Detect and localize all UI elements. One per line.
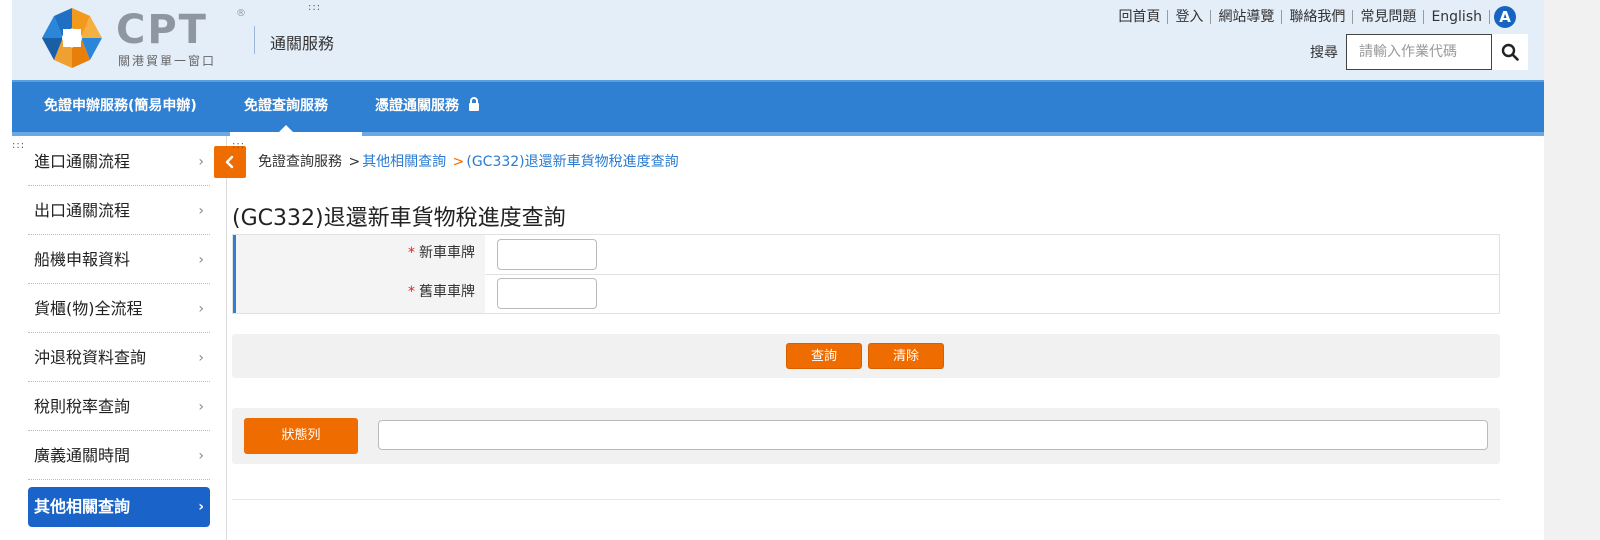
sidebar-item-drawback-query[interactable]: 沖退稅資料查詢 › — [28, 334, 210, 382]
nav-certificate-service[interactable]: 憑證通關服務 — [375, 82, 480, 132]
left-gutter — [0, 0, 12, 540]
sidebar-item-label: 出口通關流程 — [34, 201, 131, 220]
link-home[interactable]: 回首頁 — [1111, 10, 1169, 24]
content-drag-dots-icon: ::: — [232, 140, 246, 151]
sidebar-item-clearance-time[interactable]: 廣義通關時間 › — [28, 432, 210, 480]
breadcrumb-root[interactable]: 免證查詢服務 — [258, 154, 342, 170]
search-bar: 搜尋 — [1310, 34, 1528, 70]
sidebar-item-export-flow[interactable]: 出口通關流程 › — [28, 187, 210, 235]
nav-simple-application[interactable]: 免證申辦服務(簡易申辦) — [44, 82, 197, 132]
action-bar: 查詢 清除 — [232, 334, 1500, 378]
field-label: 新車車牌 — [419, 245, 475, 261]
sidebar: 進口通關流程 › 出口通關流程 › 船機申報資料 › 貨櫃(物)全流程 › 沖退… — [12, 136, 227, 540]
link-sitemap[interactable]: 網站導覽 — [1211, 10, 1283, 24]
chevron-right-icon: › — [198, 350, 204, 366]
lock-icon — [468, 97, 479, 111]
logo-subtitle: 關港貿單一窗口 — [118, 54, 217, 68]
logo-wordmark: CPT — [116, 7, 208, 53]
sidebar-item-label: 進口通關流程 — [34, 152, 131, 171]
sidebar-item-label: 船機申報資料 — [34, 250, 131, 269]
new-plate-input[interactable] — [497, 239, 597, 270]
chevron-left-icon — [225, 155, 234, 169]
content-divider — [232, 499, 1500, 500]
link-faq[interactable]: 常見問題 — [1353, 10, 1425, 24]
nav-certificate-label: 憑證通關服務 — [375, 98, 459, 114]
logo-mark-icon — [42, 8, 102, 68]
sidebar-item-tariff-query[interactable]: 稅則稅率查詢 › — [28, 383, 210, 431]
breadcrumb-other-queries[interactable]: 其他相關查詢 — [362, 154, 446, 170]
required-mark: * — [408, 284, 415, 300]
site-header: CPT ® 關港貿單一窗口 通關服務 ::: 回首頁 登入 網站導覽 聯絡我們 … — [12, 0, 1544, 80]
sidebar-item-label: 貨櫃(物)全流程 — [34, 299, 143, 318]
breadcrumb: 免證查詢服務 > 其他相關查詢 > (GC332)退還新車貨物稅進度查詢 — [258, 151, 679, 171]
old-plate-input[interactable] — [497, 278, 597, 309]
nav-free-query[interactable]: 免證查詢服務 — [244, 82, 328, 132]
status-button[interactable]: 狀態列 — [244, 418, 358, 454]
required-mark: * — [408, 245, 415, 261]
breadcrumb-sep: > — [348, 154, 361, 170]
chevron-right-icon: › — [198, 399, 204, 415]
form-row-old-plate: * 舊車車牌 — [233, 274, 1499, 313]
sidebar-item-container-flow[interactable]: 貨櫃(物)全流程 › — [28, 285, 210, 333]
main-nav: 免證申辦服務(簡易申辦) 免證查詢服務 憑證通關服務 — [12, 80, 1544, 132]
query-form: * 新車車牌 * 舊車車牌 — [232, 234, 1500, 314]
chevron-right-icon: › — [198, 499, 204, 515]
sidebar-item-label: 廣義通關時間 — [34, 446, 131, 465]
search-label: 搜尋 — [1310, 45, 1338, 61]
link-contact[interactable]: 聯絡我們 — [1282, 10, 1354, 24]
sidebar-item-other-queries[interactable]: 其他相關查詢 › — [28, 487, 210, 527]
sidebar-item-label: 其他相關查詢 — [34, 497, 131, 516]
search-input[interactable] — [1346, 34, 1492, 70]
chevron-right-icon: › — [198, 301, 204, 317]
chevron-right-icon: › — [198, 448, 204, 464]
link-login[interactable]: 登入 — [1168, 10, 1212, 24]
chevron-right-icon: › — [198, 203, 204, 219]
sidebar-item-label: 沖退稅資料查詢 — [34, 348, 147, 367]
header-divider — [254, 26, 255, 54]
accessibility-icon[interactable]: A — [1494, 6, 1516, 28]
breadcrumb-sep: > — [452, 154, 465, 170]
sidebar-item-vessel-data[interactable]: 船機申報資料 › — [28, 236, 210, 284]
service-title: 通關服務 — [270, 34, 335, 53]
old-plate-label: * 舊車車牌 — [233, 274, 485, 313]
link-english[interactable]: English — [1424, 10, 1490, 24]
search-icon — [1501, 43, 1519, 61]
right-gutter — [1544, 0, 1600, 540]
nav-active-gap — [230, 132, 362, 136]
new-plate-label: * 新車車牌 — [233, 235, 485, 274]
cpt-logo[interactable]: CPT ® 關港貿單一窗口 — [32, 7, 246, 68]
drag-dots-icon: ::: — [308, 2, 322, 13]
sidebar-item-label: 稅則稅率查詢 — [34, 397, 131, 416]
breadcrumb-current[interactable]: (GC332)退還新車貨物稅進度查詢 — [466, 154, 678, 170]
top-links: 回首頁 登入 網站導覽 聯絡我們 常見問題 English A — [1111, 6, 1516, 28]
page-frame: CPT ® 關港貿單一窗口 通關服務 ::: 回首頁 登入 網站導覽 聯絡我們 … — [12, 0, 1544, 540]
page-title: (GC332)退還新車貨物稅進度查詢 — [232, 206, 566, 231]
field-label: 舊車車牌 — [419, 284, 475, 300]
query-button[interactable]: 查詢 — [786, 343, 862, 369]
status-bar: 狀態列 — [232, 408, 1500, 464]
form-row-new-plate: * 新車車牌 — [233, 235, 1499, 275]
clear-button[interactable]: 清除 — [868, 343, 944, 369]
search-button[interactable] — [1492, 34, 1528, 70]
chevron-right-icon: › — [198, 252, 204, 268]
status-field — [378, 420, 1488, 450]
chevron-right-icon: › — [198, 154, 204, 170]
registered-mark: ® — [236, 8, 246, 19]
sidebar-item-import-flow[interactable]: 進口通關流程 › — [28, 138, 210, 186]
